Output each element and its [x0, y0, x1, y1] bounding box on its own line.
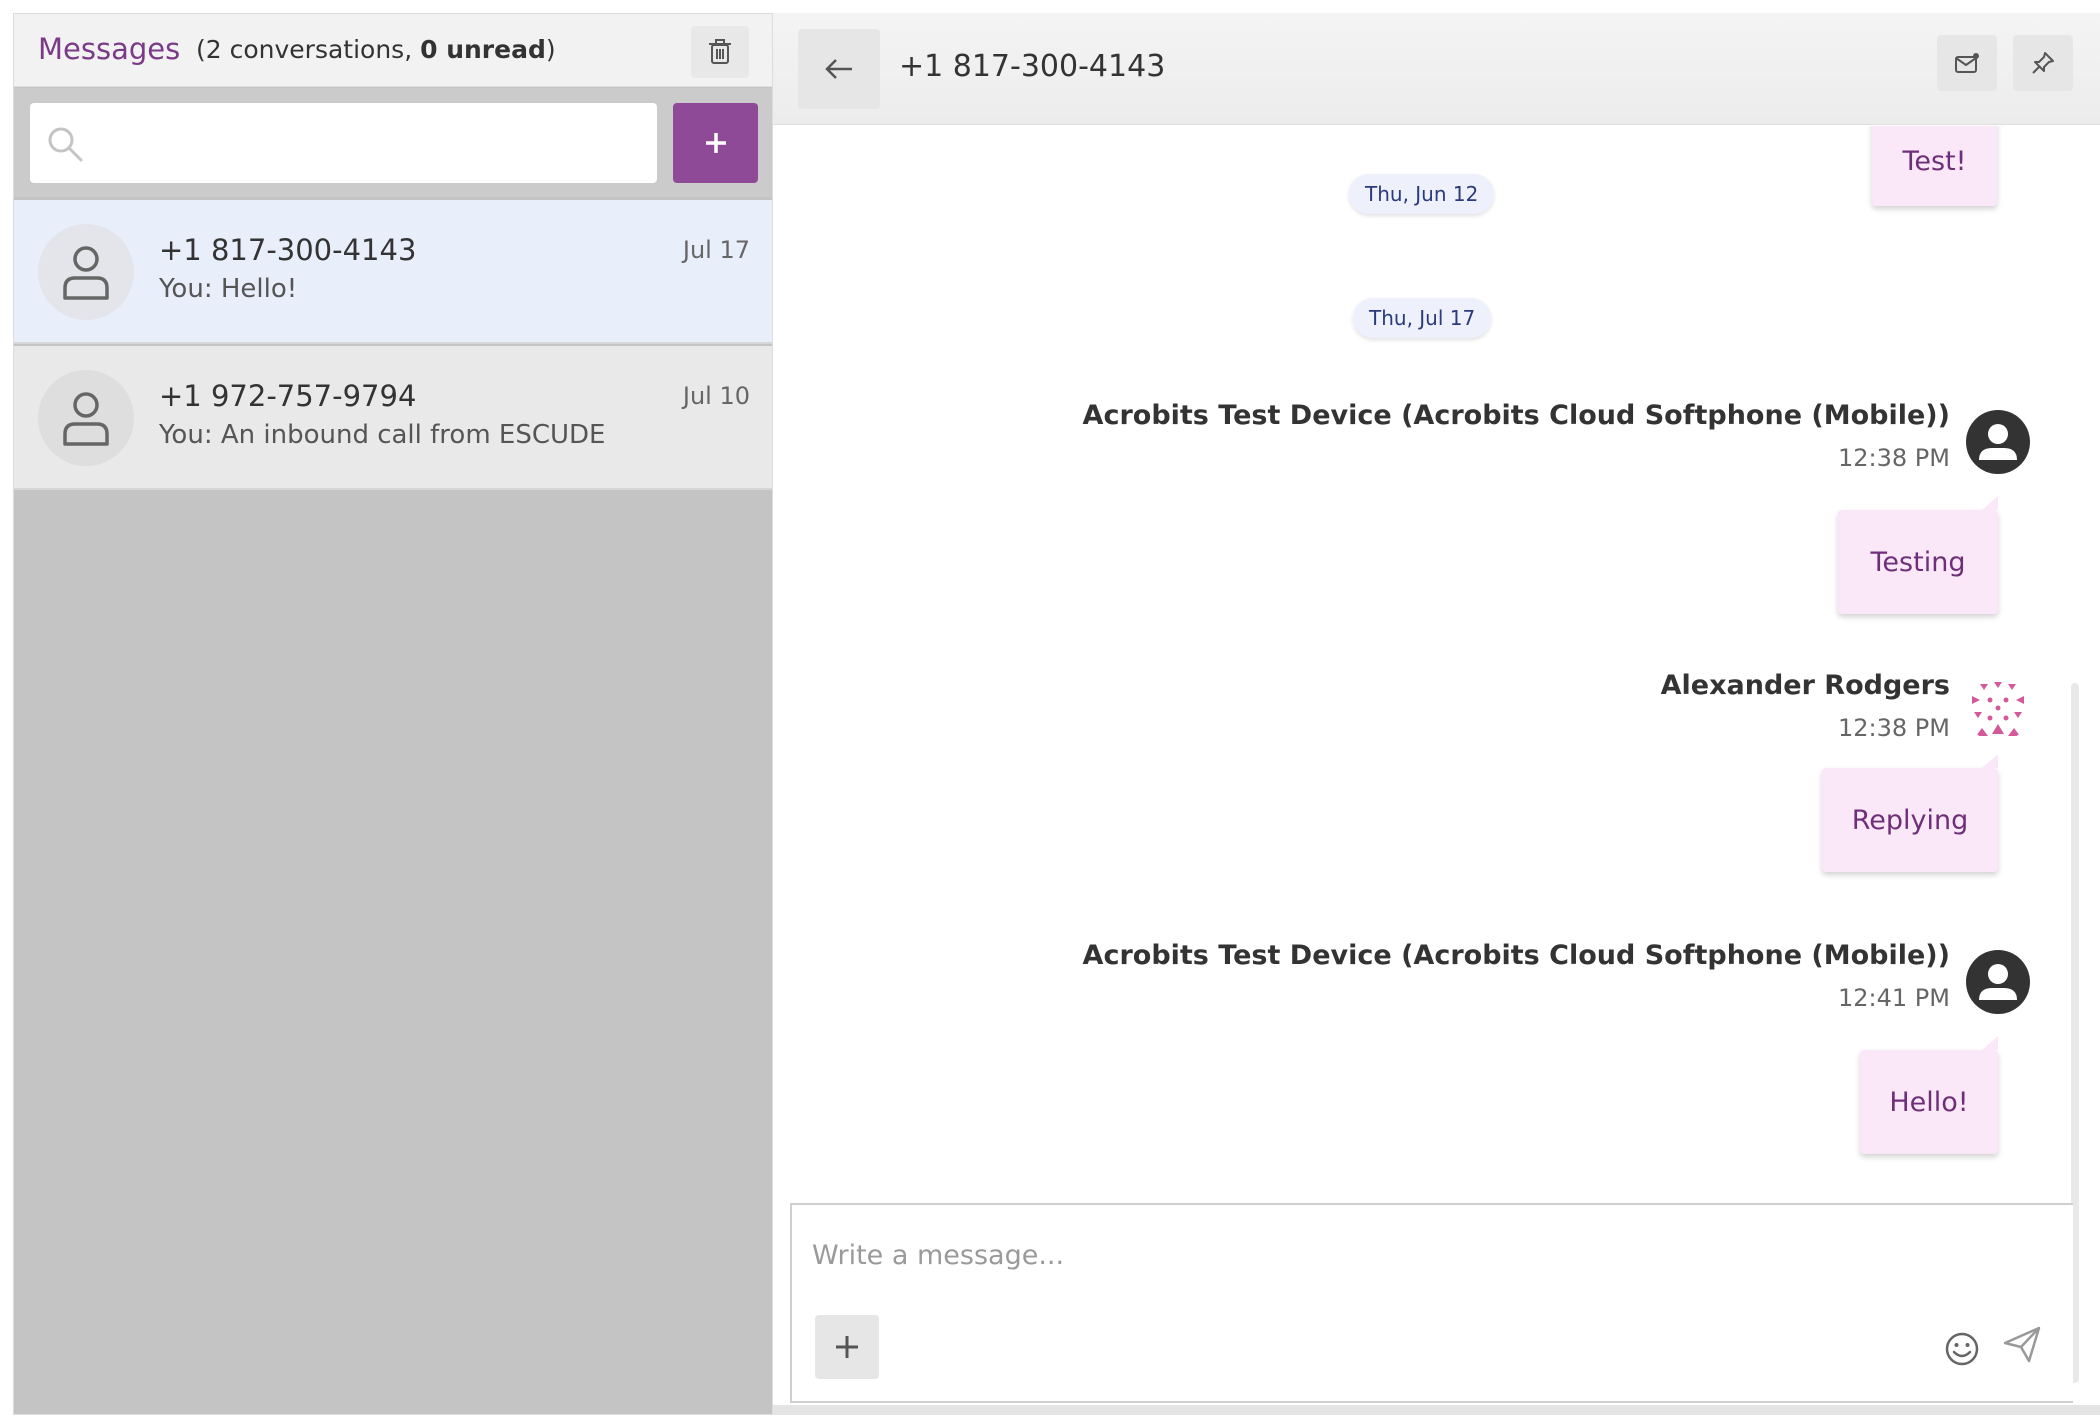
- back-button[interactable]: [798, 29, 880, 109]
- mark-unread-button[interactable]: [1937, 35, 1997, 91]
- conversation-name: +1 972-757-9794: [159, 379, 417, 413]
- conversation-item[interactable]: +1 817-300-4143 Jul 17 You: Hello!: [14, 200, 772, 344]
- conversation-item[interactable]: +1 972-757-9794 Jul 10 You: An inbound c…: [14, 346, 772, 490]
- search-input[interactable]: [94, 103, 644, 183]
- message-input[interactable]: [812, 1225, 2012, 1285]
- person-icon: [1979, 964, 2017, 1000]
- pin-button[interactable]: [2013, 35, 2073, 91]
- person-icon: [63, 246, 109, 300]
- avatar: [38, 370, 134, 466]
- avatar: [38, 224, 134, 320]
- message-bubble[interactable]: Test!: [1872, 126, 1997, 206]
- conversation-name: +1 817-300-4143: [159, 233, 417, 267]
- message-time: 12:38 PM: [1838, 714, 1950, 742]
- message-bubble[interactable]: Hello!: [1860, 1036, 1998, 1154]
- avatar: [1966, 950, 2030, 1014]
- search-icon: [48, 127, 83, 162]
- conversation-preview: You: Hello!: [159, 274, 298, 304]
- message-time: 12:41 PM: [1838, 984, 1950, 1012]
- thread-header: +1 817-300-4143: [773, 13, 2100, 125]
- composer-footer: [773, 1405, 2100, 1415]
- plus-icon: [705, 133, 726, 153]
- sender-name: Acrobits Test Device (Acrobits Cloud Sof…: [1082, 940, 1950, 971]
- conversation-date: Jul 10: [682, 382, 750, 410]
- emoji-icon[interactable]: [1942, 1329, 1982, 1369]
- summary-prefix: (2 conversations,: [196, 35, 421, 64]
- person-icon: [63, 392, 109, 446]
- summary-suffix: ): [545, 35, 556, 64]
- thread-panel: +1 817-300-4143 Thu, Jun 12 Test! Thu, J…: [773, 13, 2100, 1415]
- conversation-list-panel: Messages (2 conversations, 0 unread) +1 …: [13, 13, 773, 1415]
- sender-name: Acrobits Test Device (Acrobits Cloud Sof…: [1082, 400, 1950, 431]
- search-row: [14, 88, 772, 197]
- message-time: 12:38 PM: [1838, 444, 1950, 472]
- back-arrow-icon: [825, 59, 852, 79]
- message-bubble[interactable]: Testing: [1838, 496, 1998, 614]
- messages-title: Messages: [38, 32, 181, 66]
- conversation-list-header: Messages (2 conversations, 0 unread): [14, 14, 772, 87]
- send-icon[interactable]: [2001, 1323, 2043, 1365]
- identicon-avatar: [1972, 682, 2024, 736]
- message-thread[interactable]: Thu, Jun 12 Test! Thu, Jul 17 Acrobits T…: [773, 126, 2100, 1203]
- mail-icon: [1955, 53, 1979, 73]
- search-box[interactable]: [30, 103, 657, 183]
- sender-name: Alexander Rodgers: [1660, 670, 1950, 701]
- message-composer: [790, 1203, 2073, 1403]
- plus-icon: [836, 1336, 858, 1358]
- new-conversation-button[interactable]: [673, 103, 758, 183]
- conversation-date: Jul 17: [682, 236, 750, 264]
- conversation-preview: You: An inbound call from ESCUDE: [159, 420, 606, 450]
- avatar: [1966, 678, 2030, 742]
- avatar: [1966, 410, 2030, 474]
- date-divider: Thu, Jun 12: [1349, 174, 1495, 214]
- trash-icon: [709, 39, 731, 64]
- date-divider: Thu, Jul 17: [1353, 298, 1492, 338]
- pin-icon: [2032, 52, 2054, 74]
- conversation-summary: (2 conversations, 0 unread): [196, 35, 556, 64]
- attach-button[interactable]: [815, 1315, 879, 1379]
- message-bubble[interactable]: Replying: [1822, 754, 1998, 872]
- summary-unread: 0 unread: [420, 35, 546, 64]
- thread-title: +1 817-300-4143: [899, 49, 1166, 84]
- delete-conversations-button[interactable]: [691, 26, 749, 78]
- person-icon: [1979, 424, 2017, 460]
